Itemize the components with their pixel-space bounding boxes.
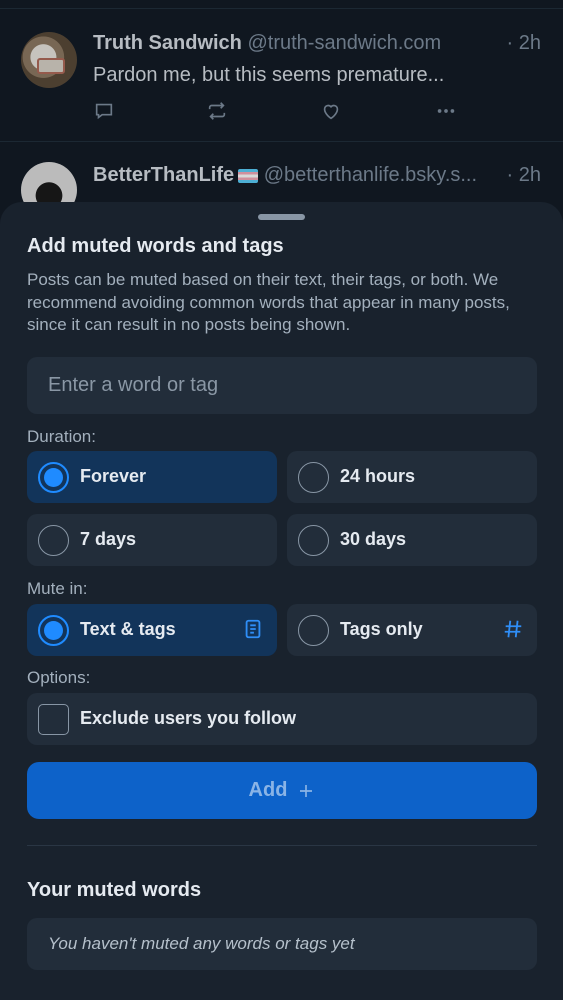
duration-30-days[interactable]: 30 days	[287, 514, 537, 566]
add-button[interactable]: Add	[27, 762, 537, 819]
option-label: Exclude users you follow	[80, 708, 297, 728]
mute-in-tags-only[interactable]: Tags only	[287, 604, 537, 656]
muted-word-input[interactable]	[27, 357, 537, 414]
option-label: 30 days	[340, 529, 407, 549]
radio-button[interactable]	[38, 462, 69, 493]
duration-24-hours[interactable]: 24 hours	[287, 451, 537, 503]
sheet-description: Posts can be muted based on their text, …	[27, 270, 510, 334]
radio-button[interactable]	[38, 525, 69, 556]
sheet-title: Add muted words and tags	[27, 235, 284, 257]
muted-words-empty-state: You haven't muted any words or tags yet	[27, 918, 537, 970]
mute-in-label: Mute in:	[27, 579, 88, 598]
radio-button[interactable]	[298, 525, 329, 556]
option-label: Text & tags	[80, 619, 176, 639]
drag-handle[interactable]	[258, 214, 305, 220]
duration-label: Duration:	[27, 427, 96, 446]
radio-button[interactable]	[298, 462, 329, 493]
options-label: Options:	[27, 668, 91, 687]
plus-icon	[297, 782, 315, 800]
divider	[27, 845, 537, 846]
empty-message: You haven't muted any words or tags yet	[48, 934, 355, 953]
exclude-following-option[interactable]: Exclude users you follow	[27, 693, 537, 745]
checkbox[interactable]	[38, 704, 69, 735]
option-label: Tags only	[340, 619, 423, 639]
duration-7-days[interactable]: 7 days	[27, 514, 277, 566]
muted-words-sheet: Add muted words and tags Posts can be mu…	[0, 202, 563, 1000]
radio-button[interactable]	[38, 615, 69, 646]
document-icon	[242, 618, 264, 640]
option-label: 7 days	[80, 529, 137, 549]
radio-button[interactable]	[298, 615, 329, 646]
mute-in-text-and-tags[interactable]: Text & tags	[27, 604, 277, 656]
option-label: 24 hours	[340, 466, 416, 486]
duration-forever[interactable]: Forever	[27, 451, 277, 503]
option-label: Forever	[80, 466, 147, 486]
add-button-label: Add	[248, 779, 288, 801]
hashtag-icon	[502, 618, 524, 640]
muted-words-title: Your muted words	[27, 879, 202, 901]
